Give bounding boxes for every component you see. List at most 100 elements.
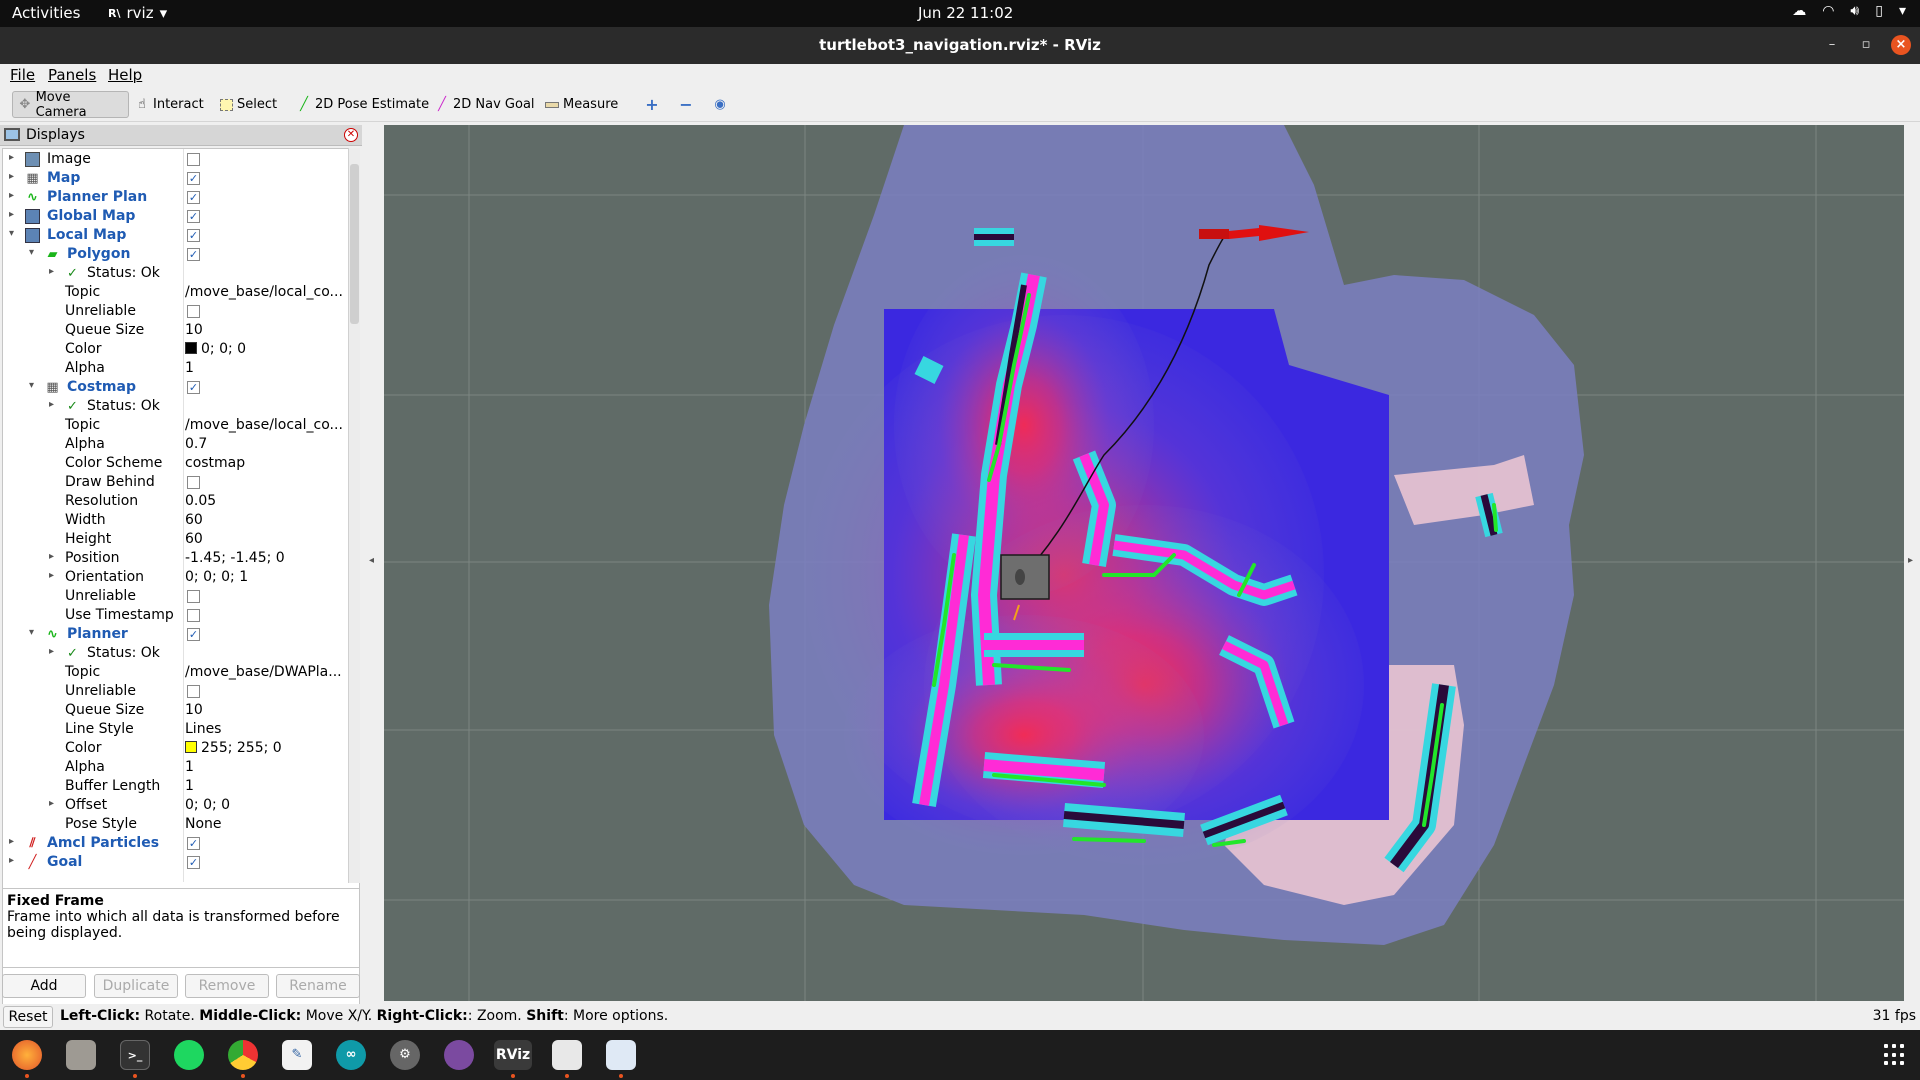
nav-goal-button[interactable]: ╱ 2D Nav Goal — [430, 91, 540, 118]
property-value[interactable]: 0; 0; 0 — [185, 797, 349, 813]
property-value[interactable]: 1 — [185, 360, 349, 376]
property-row[interactable]: Color Scheme costmap — [3, 454, 349, 473]
select-button[interactable]: Select — [215, 91, 282, 118]
menu-file[interactable]: File — [10, 66, 35, 84]
collapse-arrow-icon[interactable]: ▾ — [29, 380, 34, 391]
expand-arrow-icon[interactable]: ▸ — [9, 855, 14, 866]
property-row[interactable]: Width 60 — [3, 511, 349, 530]
measure-button[interactable]: Measure — [540, 91, 623, 118]
property-row[interactable]: ▸ Orientation 0; 0; 0; 1 — [3, 568, 349, 587]
show-apps-icon[interactable] — [1884, 1044, 1906, 1066]
expand-arrow-icon[interactable]: ▸ — [49, 646, 54, 657]
pose-estimate-button[interactable]: ╱ 2D Pose Estimate — [292, 91, 434, 118]
property-row[interactable]: Pose Style None — [3, 815, 349, 834]
interact-button[interactable]: ☝ Interact — [130, 91, 209, 118]
expand-arrow-icon[interactable]: ▸ — [9, 209, 14, 220]
property-value[interactable]: 255; 255; 0 — [185, 740, 349, 756]
tree-scrollbar[interactable] — [348, 148, 360, 883]
property-row[interactable]: Color 0; 0; 0 — [3, 340, 349, 359]
close-button[interactable]: × — [1891, 35, 1911, 55]
app-menu[interactable]: R\ rviz ▾ — [108, 4, 167, 22]
property-value[interactable]: /move_base/local_co... — [185, 417, 349, 433]
expand-arrow-icon[interactable]: ▸ — [49, 399, 54, 410]
property-row[interactable]: Topic /move_base/local_co... — [3, 283, 349, 302]
left-splitter[interactable]: ◂ — [364, 125, 384, 1001]
property-row[interactable]: Topic /move_base/local_co... — [3, 416, 349, 435]
property-value[interactable]: None — [185, 816, 349, 832]
display-row-polygon[interactable]: ▾ ▰ Polygon ✓ — [3, 245, 349, 264]
enable-checkbox[interactable]: ✓ — [187, 837, 200, 850]
expand-arrow-icon[interactable]: ▸ — [9, 152, 14, 163]
writer-icon[interactable] — [606, 1040, 636, 1070]
property-value[interactable]: -1.45; -1.45; 0 — [185, 550, 349, 566]
property-row[interactable]: Topic /move_base/DWAPla... — [3, 663, 349, 682]
maximize-button[interactable]: ▫ — [1856, 35, 1876, 55]
display-row-amcl-particles[interactable]: ▸ ⫽ Amcl Particles ✓ — [3, 834, 349, 853]
property-row[interactable]: ▸ Position -1.45; -1.45; 0 — [3, 549, 349, 568]
collapse-arrow-icon[interactable]: ▾ — [29, 247, 34, 258]
property-row[interactable]: Resolution 0.05 — [3, 492, 349, 511]
rviz-dock-icon[interactable]: RViz — [494, 1040, 532, 1070]
enable-checkbox[interactable]: ✓ — [187, 381, 200, 394]
activities-button[interactable]: Activities — [12, 4, 80, 22]
property-row[interactable]: Unreliable — [3, 302, 349, 321]
menu-panels[interactable]: Panels — [48, 66, 96, 84]
expand-arrow-icon[interactable]: ▸ — [49, 266, 54, 277]
property-row[interactable]: ▸ Offset 0; 0; 0 — [3, 796, 349, 815]
expand-arrow-icon[interactable]: ▸ — [49, 551, 54, 562]
status-row[interactable]: ▸ ✓ Status: Ok — [3, 264, 349, 283]
display-row-goal[interactable]: ▸ ╱ Goal ✓ — [3, 853, 349, 872]
enable-checkbox[interactable]: ✓ — [187, 248, 200, 261]
property-value[interactable]: 10 — [185, 702, 349, 718]
property-row[interactable]: Color 255; 255; 0 — [3, 739, 349, 758]
property-value[interactable]: 0.7 — [185, 436, 349, 452]
property-row[interactable]: Queue Size 10 — [3, 321, 349, 340]
view-options-button[interactable]: ◉ — [708, 91, 732, 118]
collapse-left-icon[interactable]: ◂ — [369, 555, 374, 566]
property-checkbox[interactable] — [187, 476, 200, 489]
reset-button[interactable]: Reset — [3, 1006, 53, 1028]
property-row[interactable]: Unreliable — [3, 682, 349, 701]
display-row-map[interactable]: ▸ ▦ Map ✓ — [3, 169, 349, 188]
property-value[interactable]: costmap — [185, 455, 349, 471]
property-checkbox[interactable] — [187, 685, 200, 698]
property-value[interactable]: 60 — [185, 531, 349, 547]
property-row[interactable]: Alpha 1 — [3, 359, 349, 378]
expand-arrow-icon[interactable]: ▸ — [49, 570, 54, 581]
menu-help[interactable]: Help — [108, 66, 142, 84]
property-row[interactable]: Draw Behind — [3, 473, 349, 492]
display-row-planner[interactable]: ▾ ∿ Planner ✓ — [3, 625, 349, 644]
scrollbar-thumb[interactable] — [350, 164, 359, 324]
move-camera-button[interactable]: ✥ Move Camera — [12, 90, 129, 120]
property-value[interactable]: 0; 0; 0; 1 — [185, 569, 349, 585]
render-view[interactable] — [384, 125, 1904, 1001]
property-row[interactable]: Height 60 — [3, 530, 349, 549]
enable-checkbox[interactable]: ✓ — [187, 229, 200, 242]
display-row-image[interactable]: ▸ Image — [3, 150, 349, 169]
enable-checkbox[interactable]: ✓ — [187, 191, 200, 204]
property-checkbox[interactable] — [187, 590, 200, 603]
collapse-arrow-icon[interactable]: ▾ — [29, 627, 34, 638]
document-viewer-icon[interactable] — [552, 1040, 582, 1070]
expand-arrow-icon[interactable]: ▸ — [9, 836, 14, 847]
chrome-icon[interactable] — [228, 1040, 258, 1070]
property-value[interactable]: Lines — [185, 721, 349, 737]
property-row[interactable]: Line Style Lines — [3, 720, 349, 739]
property-value[interactable]: 0.05 — [185, 493, 349, 509]
files-icon[interactable] — [66, 1040, 96, 1070]
rename-button[interactable]: Rename — [276, 974, 360, 998]
add-tool-button[interactable]: + — [640, 91, 664, 118]
enable-checkbox[interactable] — [187, 153, 200, 166]
arduino-icon[interactable]: ∞ — [336, 1040, 366, 1070]
property-value[interactable]: 10 — [185, 322, 349, 338]
add-button[interactable]: Add — [2, 974, 86, 998]
enable-checkbox[interactable]: ✓ — [187, 856, 200, 869]
remove-button[interactable]: Remove — [185, 974, 269, 998]
displays-tree[interactable]: ▸ Image ▸ ▦ Map ✓ ▸ ∿ Planner Plan ✓ ▸ G… — [2, 148, 360, 1008]
expand-arrow-icon[interactable]: ▸ — [49, 798, 54, 809]
enable-checkbox[interactable]: ✓ — [187, 628, 200, 641]
property-value[interactable]: /move_base/DWAPla... — [185, 664, 349, 680]
property-value[interactable]: 0; 0; 0 — [185, 341, 349, 357]
collapse-right-icon[interactable]: ▸ — [1908, 555, 1913, 566]
enable-checkbox[interactable]: ✓ — [187, 172, 200, 185]
